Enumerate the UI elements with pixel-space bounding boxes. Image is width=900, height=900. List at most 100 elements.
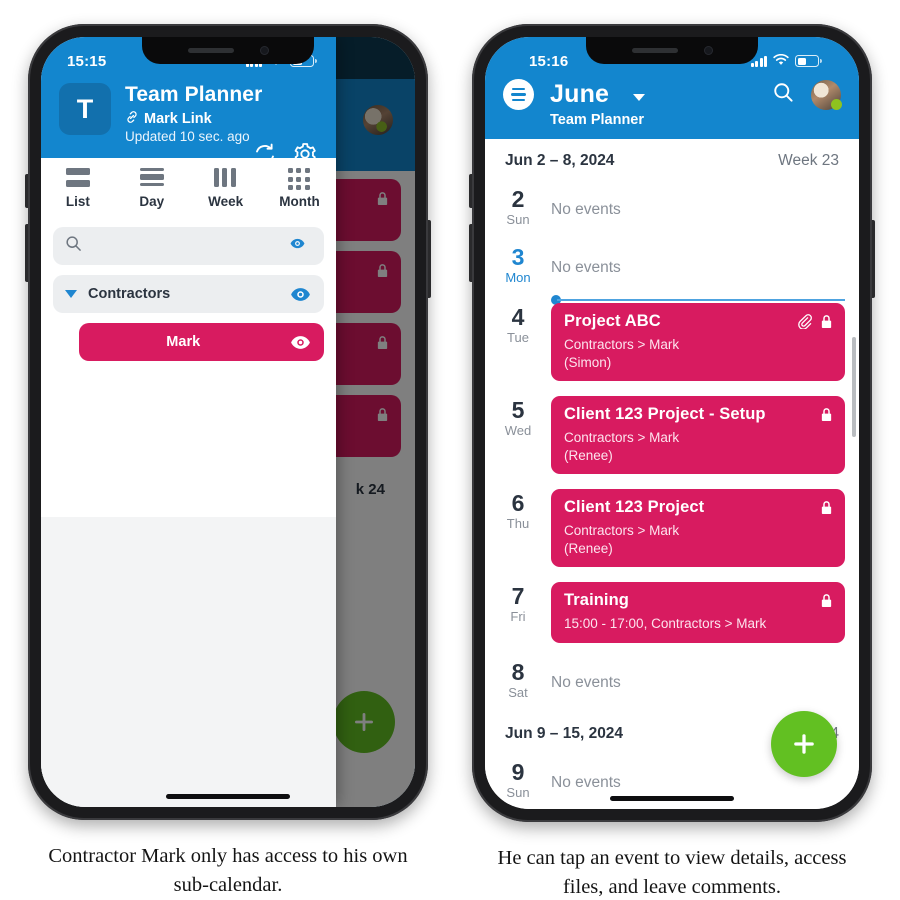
share-link-row[interactable]: Mark Link [125,110,320,128]
day-weekday: Fri [510,609,526,625]
left-caption: Contractor Mark only has access to his o… [48,844,408,896]
day-weekday: Wed [504,423,532,439]
wifi-icon [773,53,789,70]
tab-week[interactable]: Week [189,168,263,209]
caret-down-icon[interactable] [65,290,77,299]
day-date: 5 Wed [485,392,551,438]
lock-icon [820,500,833,520]
day-date: 8 Sat [485,654,551,700]
agenda-day-row[interactable]: 3 Mon No events [485,239,859,297]
day-weekday: Tue [507,330,529,346]
event-card[interactable]: Client 123 Project - Setup Contractors >… [551,396,845,475]
eye-icon[interactable] [289,331,312,354]
notch [142,37,314,64]
event-subtitle: Contractors > Mark (Renee) [564,430,680,463]
day-number: 5 [511,397,525,424]
drawer-empty-area [41,516,337,807]
battery-icon [795,55,822,67]
day-number: 9 [511,758,525,785]
right-phone-screen: 15:16 June Team Planner Jun 2 – 8, 2024 … [485,37,859,809]
power-button[interactable] [428,220,431,298]
day-weekday: Sun [506,784,530,800]
lock-icon [820,314,833,334]
scrollbar-thumb[interactable] [852,337,856,437]
status-time: 15:16 [529,52,569,70]
share-link-label: Mark Link [144,111,212,128]
drawer-identity: T Team Planner Mark Link Updated 10 sec.… [41,79,336,144]
tab-label: Day [139,194,165,210]
eye-icon[interactable] [289,235,312,258]
calendar-group-contractors[interactable]: Contractors [53,275,325,314]
day-date: 2 Sun [485,181,551,227]
search-row[interactable] [53,227,325,266]
no-events-label: No events [551,259,621,276]
tab-day[interactable]: Day [115,168,189,209]
event-subtitle: Contractors > Mark (Renee) [564,523,680,556]
power-button[interactable] [872,220,875,298]
sub-calendar-mark[interactable]: Mark [79,323,325,362]
comparison-figure: k 24 15:15 [0,0,900,900]
day-date: 6 Thu [485,485,551,531]
agenda-day-row[interactable]: 2 Sun No events [485,181,859,239]
left-phone-screen: k 24 15:15 [41,37,415,807]
avatar[interactable] [811,79,842,110]
earpiece-speaker [631,48,678,53]
agenda-day-row[interactable]: 7 Fri Training 15:00 - 17:00, Contractor… [485,578,859,654]
tab-month[interactable]: Month [263,168,337,209]
event-title: Client 123 Project [564,498,705,517]
page-title: Team Planner [125,83,263,106]
calendar-tree: Contractors Mark [41,217,337,517]
event-card[interactable]: Training 15:00 - 17:00, Contractors > Ma… [551,582,845,643]
home-indicator [166,793,290,799]
agenda-day-row[interactable]: 4 Tue Project ABC Contractors > Mark (Si… [485,299,859,392]
lock-icon [820,593,833,613]
hamburger-menu-icon[interactable] [503,79,534,110]
week-number: Week 23 [778,152,839,169]
no-events-label: No events [551,201,621,218]
lock-icon [820,407,833,427]
attachment-icon [797,314,812,334]
sub-calendar-label: Mark [166,334,201,351]
day-number: 8 [511,658,525,685]
left-figure: k 24 15:15 [25,24,431,900]
left-phone-frame: k 24 15:15 [25,24,431,820]
search-icon[interactable] [772,81,795,109]
online-status-dot [831,98,842,110]
gear-icon[interactable] [292,141,318,172]
earpiece-speaker [187,48,234,53]
agenda-day-row[interactable]: 5 Wed Client 123 Project - Setup Contrac… [485,392,859,485]
search-input[interactable] [82,238,290,255]
eye-icon[interactable] [289,283,312,306]
month-title[interactable]: June [550,80,609,109]
day-date: 9 Sun [485,754,551,800]
calendar-drawer: 15:15 T Team Planner Mark Link Updated 1… [41,37,337,807]
current-time-line [557,299,845,301]
event-subtitle: Contractors > Mark (Simon) [564,337,680,370]
day-weekday: Thu [506,516,530,532]
day-weekday: Sat [508,684,528,700]
front-camera [703,46,713,55]
tab-label: List [65,194,90,210]
refresh-icon[interactable] [252,141,278,172]
agenda-day-row[interactable]: 8 Sat No events [485,654,859,712]
week-range: Jun 9 – 15, 2024 [505,724,624,742]
status-time: 15:15 [67,52,107,70]
group-label: Contractors [88,286,171,303]
link-icon [125,110,139,128]
search-icon [65,235,82,257]
event-subtitle: 15:00 - 17:00, Contractors > Mark [564,616,767,632]
day-weekday: Sun [506,212,530,228]
event-card[interactable]: Client 123 Project Contractors > Mark (R… [551,489,845,568]
agenda-day-row[interactable]: 6 Thu Client 123 Project Contractors > M… [485,485,859,578]
chevron-down-icon[interactable] [633,94,646,101]
tab-label: Week [208,194,244,210]
notch [586,37,758,64]
tab-list[interactable]: List [41,168,115,209]
drawer-actions [252,141,318,172]
add-event-button[interactable] [771,711,837,777]
day-date: 4 Tue [485,299,551,345]
event-card[interactable]: Project ABC Contractors > Mark (Simon) [551,303,845,382]
right-figure: 15:16 June Team Planner Jun 2 – 8, 2024 … [469,24,875,900]
event-title: Project ABC [564,312,661,330]
tab-label: Month [279,194,320,210]
